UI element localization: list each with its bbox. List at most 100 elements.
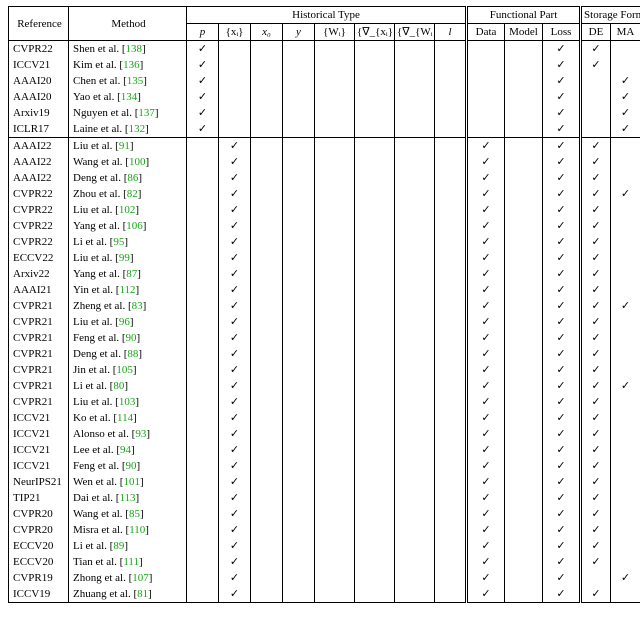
cell-sf-de: ✓ bbox=[581, 586, 611, 603]
table-row: NeurIPS21Wen et al. [101]✓✓✓✓ bbox=[9, 474, 640, 490]
hdr-reference: Reference bbox=[9, 7, 69, 41]
cell-reference: Arxiv22 bbox=[9, 266, 69, 282]
cell-ht-gxi bbox=[355, 586, 395, 603]
cell-fp-model bbox=[505, 506, 543, 522]
cell-reference: CVPR21 bbox=[9, 346, 69, 362]
cell-sf-de: ✓ bbox=[581, 426, 611, 442]
cell-ht-wi bbox=[315, 282, 355, 298]
citation-number: 105 bbox=[116, 364, 133, 376]
cell-ht-p bbox=[187, 170, 219, 186]
cell-ht-y bbox=[283, 298, 315, 314]
cell-ht-y bbox=[283, 282, 315, 298]
cell-sf-ma bbox=[611, 490, 640, 506]
cell-ht-l bbox=[435, 41, 467, 58]
cell-fp-data: ✓ bbox=[467, 394, 505, 410]
cell-ht-gwi bbox=[395, 442, 435, 458]
cell-ht-xi: ✓ bbox=[219, 282, 251, 298]
cell-ht-xi: ✓ bbox=[219, 298, 251, 314]
cell-ht-p bbox=[187, 282, 219, 298]
cell-ht-gxi bbox=[355, 250, 395, 266]
cell-ht-l bbox=[435, 426, 467, 442]
cell-ht-x0 bbox=[251, 57, 283, 73]
cell-ht-wi bbox=[315, 234, 355, 250]
cell-reference: AAAI20 bbox=[9, 73, 69, 89]
cell-ht-xi: ✓ bbox=[219, 570, 251, 586]
cell-ht-p bbox=[187, 378, 219, 394]
cell-fp-data bbox=[467, 73, 505, 89]
cell-ht-p bbox=[187, 538, 219, 554]
citation-number: 132 bbox=[129, 123, 146, 135]
citation-number: 135 bbox=[127, 75, 144, 87]
cell-ht-l bbox=[435, 266, 467, 282]
cell-ht-xi: ✓ bbox=[219, 250, 251, 266]
cell-ht-gxi bbox=[355, 298, 395, 314]
cell-fp-data: ✓ bbox=[467, 170, 505, 186]
citation-number: 95 bbox=[113, 236, 124, 248]
cell-ht-p bbox=[187, 298, 219, 314]
table-row: CVPR22Zhou et al. [82]✓✓✓✓✓ bbox=[9, 186, 640, 202]
cell-ht-wi bbox=[315, 554, 355, 570]
cell-ht-l bbox=[435, 506, 467, 522]
cell-ht-wi bbox=[315, 394, 355, 410]
cell-fp-model bbox=[505, 154, 543, 170]
cell-fp-data: ✓ bbox=[467, 250, 505, 266]
cell-fp-loss: ✓ bbox=[543, 138, 581, 155]
cell-ht-l bbox=[435, 202, 467, 218]
cell-fp-data: ✓ bbox=[467, 154, 505, 170]
cell-ht-gwi bbox=[395, 138, 435, 155]
cell-fp-data bbox=[467, 105, 505, 121]
cell-ht-x0 bbox=[251, 170, 283, 186]
cell-ht-gwi bbox=[395, 522, 435, 538]
cell-reference: CVPR21 bbox=[9, 362, 69, 378]
cell-ht-xi: ✓ bbox=[219, 314, 251, 330]
cell-method: Wen et al. [101] bbox=[69, 474, 187, 490]
cell-fp-model bbox=[505, 570, 543, 586]
cell-ht-xi bbox=[219, 57, 251, 73]
cell-ht-wi bbox=[315, 490, 355, 506]
cell-fp-data: ✓ bbox=[467, 538, 505, 554]
cell-ht-x0 bbox=[251, 314, 283, 330]
cell-ht-gxi bbox=[355, 442, 395, 458]
table-row: CVPR22Li et al. [95]✓✓✓✓ bbox=[9, 234, 640, 250]
cell-method: Li et al. [95] bbox=[69, 234, 187, 250]
cell-sf-ma: ✓ bbox=[611, 186, 640, 202]
cell-ht-wi bbox=[315, 506, 355, 522]
cell-sf-ma bbox=[611, 362, 640, 378]
cell-ht-wi bbox=[315, 105, 355, 121]
cell-fp-loss: ✓ bbox=[543, 330, 581, 346]
cell-ht-x0 bbox=[251, 105, 283, 121]
citation-number: 106 bbox=[126, 220, 143, 232]
cell-fp-loss: ✓ bbox=[543, 522, 581, 538]
cell-method: Shen et al. [138] bbox=[69, 41, 187, 58]
cell-ht-p: ✓ bbox=[187, 105, 219, 121]
cell-ht-wi bbox=[315, 586, 355, 603]
hdr-storage-form: Storage Form bbox=[581, 7, 640, 24]
cell-ht-p bbox=[187, 362, 219, 378]
cell-fp-data: ✓ bbox=[467, 362, 505, 378]
cell-ht-x0 bbox=[251, 362, 283, 378]
citation-number: 101 bbox=[123, 476, 140, 488]
cell-fp-model bbox=[505, 89, 543, 105]
cell-ht-xi bbox=[219, 41, 251, 58]
cell-reference: AAAI22 bbox=[9, 170, 69, 186]
cell-ht-gwi bbox=[395, 170, 435, 186]
cell-ht-l bbox=[435, 410, 467, 426]
cell-fp-data: ✓ bbox=[467, 186, 505, 202]
citation-number: 103 bbox=[119, 396, 136, 408]
cell-ht-wi bbox=[315, 378, 355, 394]
hdr-method: Method bbox=[69, 7, 187, 41]
cell-ht-p bbox=[187, 522, 219, 538]
cell-method: Wang et al. [100] bbox=[69, 154, 187, 170]
cell-ht-p bbox=[187, 218, 219, 234]
cell-fp-loss: ✓ bbox=[543, 586, 581, 603]
cell-ht-p bbox=[187, 586, 219, 603]
citation-number: 90 bbox=[126, 460, 137, 472]
cell-ht-y bbox=[283, 474, 315, 490]
citation-number: 136 bbox=[123, 59, 140, 71]
hdr-ht-wi: {Wᵢ} bbox=[315, 24, 355, 41]
cell-ht-y bbox=[283, 41, 315, 58]
cell-reference: NeurIPS21 bbox=[9, 474, 69, 490]
hdr-fp-data: Data bbox=[467, 24, 505, 41]
cell-ht-p bbox=[187, 474, 219, 490]
cell-ht-p bbox=[187, 570, 219, 586]
